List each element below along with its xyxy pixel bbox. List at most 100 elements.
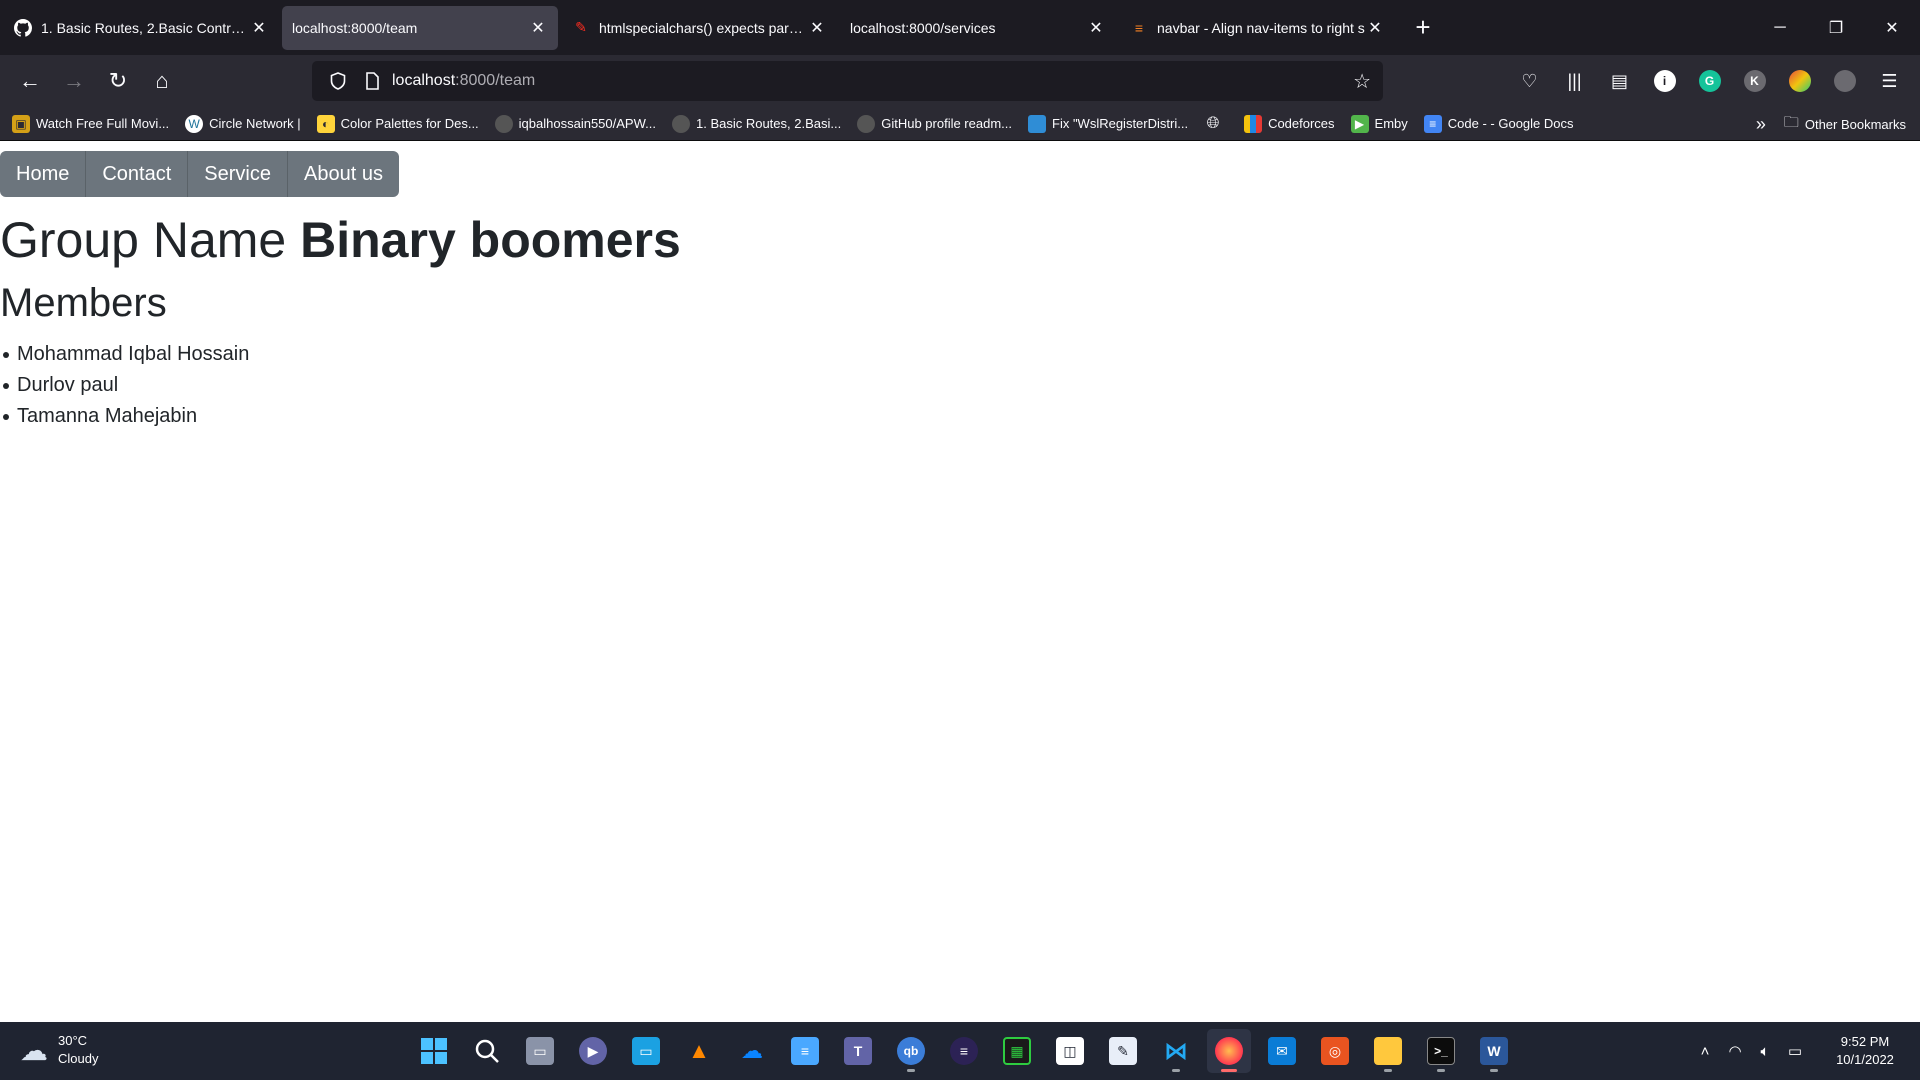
url-host: localhost xyxy=(392,72,456,89)
shield-icon xyxy=(324,72,352,90)
firefox-icon[interactable] xyxy=(1207,1029,1251,1073)
nav-about-button[interactable]: About us xyxy=(288,151,399,197)
wifi-icon[interactable]: ◠ xyxy=(1720,1042,1750,1060)
tab-stackoverflow[interactable]: ≡ navbar - Align nav-items to right s ✕ xyxy=(1119,6,1395,50)
bookmark-item[interactable]: ◐ Color Palettes for Des... xyxy=(316,114,479,133)
bookmark-item[interactable]: Codeforces xyxy=(1244,114,1335,133)
windows-icon xyxy=(1028,114,1046,133)
palette-icon: ◐ xyxy=(316,114,335,133)
bookmark-item[interactable]: ≡ Code - - Google Docs xyxy=(1423,114,1574,133)
close-icon[interactable]: ✕ xyxy=(807,18,827,38)
url-path: :8000/team xyxy=(455,72,536,89)
emby-icon: ▶ xyxy=(1350,114,1369,133)
system-tray: ˄ ◠ 🔈︎ ▭ 9:52 PM 10/1/2022 xyxy=(1690,1022,1920,1080)
grammarly-icon[interactable]: G xyxy=(1687,61,1732,101)
reader-view-icon[interactable]: ▤ xyxy=(1597,61,1642,101)
codeforces-icon xyxy=(1244,114,1263,133)
window-controls: ─ ❐ ✕ xyxy=(1752,0,1920,55)
close-window-icon[interactable]: ✕ xyxy=(1864,0,1920,55)
close-icon[interactable]: ✕ xyxy=(1086,18,1106,38)
new-tab-button[interactable]: + xyxy=(1403,8,1443,48)
documents-icon[interactable]: ✎ xyxy=(1101,1029,1145,1073)
clock[interactable]: 9:52 PM 10/1/2022 xyxy=(1820,1033,1910,1069)
close-icon[interactable]: ✕ xyxy=(528,18,548,38)
page-icon xyxy=(358,72,386,90)
qbittorrent-icon[interactable]: qb xyxy=(889,1029,933,1073)
nav-contact-button[interactable]: Contact xyxy=(86,151,189,197)
mail-icon[interactable]: ✉ xyxy=(1260,1029,1304,1073)
eclipse-icon[interactable]: ≡ xyxy=(942,1029,986,1073)
library-icon[interactable]: ||| xyxy=(1552,61,1597,101)
vlc-icon[interactable]: ▲ xyxy=(677,1029,721,1073)
menu-icon[interactable]: ☰ xyxy=(1867,61,1912,101)
laravel-icon: ✎ xyxy=(575,19,587,35)
cpu-monitor-icon[interactable]: ▦ xyxy=(995,1029,1039,1073)
tab-services[interactable]: localhost:8000/services ✕ xyxy=(840,6,1116,50)
temperature: 30°C xyxy=(58,1033,88,1048)
teams-icon[interactable]: T xyxy=(836,1029,880,1073)
search-icon[interactable] xyxy=(465,1029,509,1073)
minimize-icon[interactable]: ─ xyxy=(1752,0,1808,55)
notepad-icon[interactable]: ≡ xyxy=(783,1029,827,1073)
volume-icon[interactable]: 🔈︎ xyxy=(1750,1043,1780,1060)
nav-home-button[interactable]: Home xyxy=(0,151,87,197)
tab-htmlspecialchars[interactable]: ✎ htmlspecialchars() expects paramet ✕ xyxy=(561,6,837,50)
close-icon[interactable]: ✕ xyxy=(1365,18,1385,38)
tab-team[interactable]: localhost:8000/team ✕ xyxy=(282,5,558,50)
tab-github-routes[interactable]: 1. Basic Routes, 2.Basic Controller, ✕ xyxy=(3,6,279,50)
word-icon[interactable]: W xyxy=(1472,1029,1516,1073)
home-icon[interactable]: ⌂ xyxy=(140,61,184,101)
taskbar: ☁ 30°C Cloudy ▭ ▶ ▭ ▲ ☁ ≡ T qb ≡ ▦ ◫ ✎ ⋈… xyxy=(0,1022,1920,1080)
weather-widget[interactable]: ☁ 30°C Cloudy xyxy=(20,1032,98,1068)
bookmark-item[interactable]: ▶ Emby xyxy=(1350,114,1408,133)
chevron-double-right-icon[interactable]: » xyxy=(1756,114,1766,135)
stackoverflow-icon: ≡ xyxy=(1134,19,1144,36)
github-icon xyxy=(671,114,690,133)
bookmark-item[interactable]: W Circle Network | xyxy=(185,114,301,133)
url-bar[interactable]: localhost:8000/team ☆ xyxy=(312,61,1383,101)
github-icon xyxy=(13,18,33,38)
terminal-icon[interactable]: >_ xyxy=(1419,1029,1463,1073)
vscode-icon[interactable]: ⋈ xyxy=(1154,1029,1198,1073)
k-extension-icon[interactable]: K xyxy=(1732,61,1777,101)
bookmarks-bar: ▣ Watch Free Full Movi... W Circle Network… xyxy=(0,107,1920,141)
bookmark-item[interactable]: Fix "WslRegisterDistri... xyxy=(1028,114,1188,133)
bookmark-item[interactable]: ▣ Watch Free Full Movi... xyxy=(12,114,169,133)
bullet-icon xyxy=(3,382,9,389)
other-bookmarks-label[interactable]: Other Bookmarks xyxy=(1805,117,1906,132)
pocket-icon[interactable]: ♡ xyxy=(1507,61,1552,101)
back-arrow-icon[interactable]: ← xyxy=(8,61,52,101)
battery-icon[interactable]: ▭ xyxy=(1780,1042,1810,1060)
bookmark-item[interactable]: 🌐︎ xyxy=(1204,115,1228,133)
ubuntu-icon[interactable]: ◎ xyxy=(1313,1029,1357,1073)
colorzilla-icon[interactable] xyxy=(1777,61,1822,101)
tab-title: 1. Basic Routes, 2.Basic Controller, xyxy=(41,19,249,36)
cloud-icon: ☁ xyxy=(20,1034,48,1066)
running-indicator xyxy=(907,1069,915,1072)
bookmark-item[interactable]: 1. Basic Routes, 2.Basi... xyxy=(671,114,841,133)
bookmarks-overflow: » 🗀 Other Bookmarks xyxy=(1756,107,1906,141)
onedrive-icon[interactable]: ☁ xyxy=(730,1029,774,1073)
remote-desktop-icon[interactable]: ▭ xyxy=(624,1029,668,1073)
nav-service-button[interactable]: Service xyxy=(188,151,288,197)
chat-icon[interactable]: ▶ xyxy=(571,1029,615,1073)
start-icon[interactable] xyxy=(412,1029,456,1073)
restore-icon[interactable]: ❐ xyxy=(1808,0,1864,55)
bookmark-item[interactable]: iqbalhossain550/APW... xyxy=(494,114,656,133)
clock-date: 10/1/2022 xyxy=(1836,1052,1894,1067)
bookmark-star-icon[interactable]: ☆ xyxy=(1353,69,1371,94)
reload-icon[interactable]: ↻ xyxy=(96,61,140,101)
snipping-icon[interactable]: ◫ xyxy=(1048,1029,1092,1073)
account-icon[interactable] xyxy=(1822,61,1867,101)
task-view-icon[interactable]: ▭ xyxy=(518,1029,562,1073)
close-icon[interactable]: ✕ xyxy=(249,18,269,38)
chevron-up-icon[interactable]: ˄ xyxy=(1690,1043,1720,1060)
bookmark-item[interactable]: GitHub profile readm... xyxy=(857,114,1012,133)
folder-icon: 🗀 xyxy=(1783,113,1799,131)
running-indicator xyxy=(1384,1069,1392,1072)
group-heading: Group Name Binary boomers xyxy=(0,211,681,269)
info-extension-icon[interactable]: i xyxy=(1642,61,1687,101)
bullet-icon xyxy=(3,351,9,358)
forward-arrow-icon[interactable]: → xyxy=(52,61,96,101)
file-explorer-icon[interactable] xyxy=(1366,1029,1410,1073)
